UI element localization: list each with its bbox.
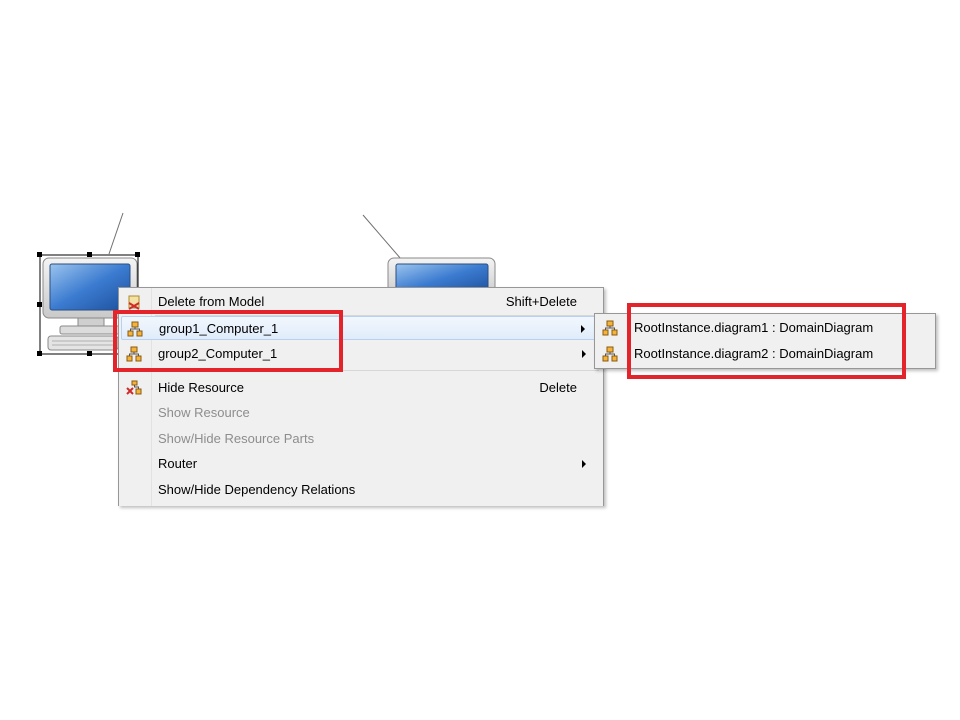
menu-item-show-hide-resource-parts[interactable]: Show/Hide Resource Parts xyxy=(121,427,601,451)
group-icon xyxy=(602,320,618,336)
highlight-box-diagram-items xyxy=(627,303,906,379)
hide-resource-icon xyxy=(126,380,142,395)
delete-model-icon xyxy=(128,295,140,310)
connection-line[interactable] xyxy=(362,214,402,260)
group-icon xyxy=(602,346,618,362)
menu-item-label: Show/Hide Resource Parts xyxy=(158,431,315,446)
menu-item-shortcut: Delete xyxy=(539,380,577,395)
connection-line[interactable] xyxy=(108,212,124,255)
menu-item-hide-resource[interactable]: Hide Resource Delete xyxy=(121,376,601,400)
menu-item-label: Router xyxy=(158,456,198,471)
submenu-arrow-icon xyxy=(582,460,586,468)
menu-item-show-resource[interactable]: Show Resource xyxy=(121,401,601,425)
menu-item-label: Hide Resource xyxy=(158,380,244,395)
submenu-arrow-icon xyxy=(582,350,586,358)
menu-item-label: Show/Hide Dependency Relations xyxy=(158,482,356,497)
menu-item-shortcut: Shift+Delete xyxy=(505,294,577,309)
menu-item-label: Delete from Model xyxy=(158,294,265,309)
menu-item-label: Show Resource xyxy=(158,405,250,420)
menu-item-router[interactable]: Router xyxy=(121,452,601,476)
submenu-arrow-icon xyxy=(581,325,585,333)
menu-item-show-hide-dependency-relations[interactable]: Show/Hide Dependency Relations xyxy=(121,478,601,502)
highlight-box-group-items xyxy=(113,310,343,372)
